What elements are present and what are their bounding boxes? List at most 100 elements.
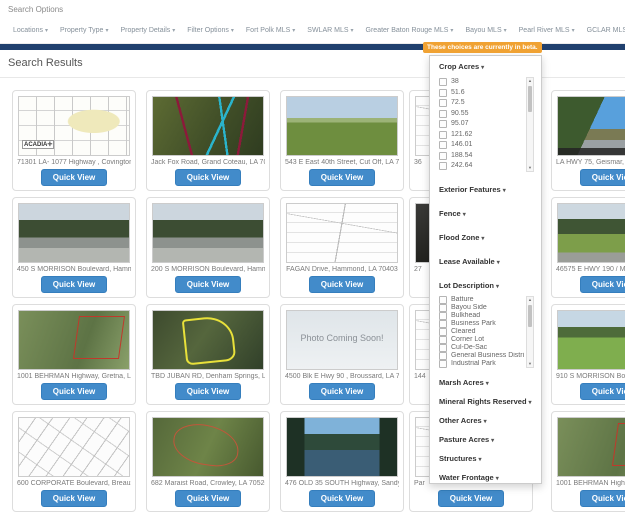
filter-section-mineral-rights[interactable]: Mineral Rights Reserved ▾ [439, 397, 534, 408]
quick-view-button[interactable]: Quick View [40, 169, 108, 186]
scrollbar-thumb[interactable] [528, 304, 532, 327]
filter-navbar: Locations ▾ Property Type ▾ Property Detai… [0, 18, 625, 44]
scrollbar[interactable]: ▲ ▼ [526, 295, 534, 368]
listing-card[interactable]: 476 OLD 35 SOUTH Highway, Sandy Hook, LA… [280, 411, 404, 512]
quick-view-button[interactable]: Quick View [174, 490, 242, 507]
checkbox-option[interactable]: General Business District [439, 351, 524, 360]
checkbox-option[interactable]: Bayou Side [439, 303, 524, 312]
listing-card[interactable]: 1001 BEHRMAN Highway, Gretna, LA 70056 Q… [12, 304, 136, 405]
nav-item-fort-polk-mls[interactable]: Fort Polk MLS ▾ [243, 27, 298, 34]
checkbox-option[interactable]: 51.6 [439, 88, 524, 99]
quick-view-button[interactable]: Quick View [308, 169, 376, 186]
checkbox-option[interactable]: 188.54 [439, 151, 524, 162]
checkbox-option[interactable]: 121.62 [439, 130, 524, 141]
checkbox-icon[interactable] [439, 319, 447, 328]
checkbox-option[interactable]: 242.64 [439, 161, 524, 172]
checkbox-icon[interactable] [439, 343, 447, 352]
checkbox-icon[interactable] [439, 130, 447, 139]
quick-view-button[interactable]: Quick View [174, 276, 242, 293]
filter-section-lease-available[interactable]: Lease Available ▾ [439, 257, 534, 268]
filter-section-lot-description[interactable]: Lot Description ▾ [439, 281, 534, 292]
listing-card[interactable]: TBD JUBAN RD, Denham Springs, LA 70726 Q… [146, 304, 270, 405]
listing-card[interactable]: Jack Fox Road, Grand Coteau, LA 70541 Qu… [146, 90, 270, 191]
checkbox-option[interactable]: Corner Lot [439, 335, 524, 344]
checkbox-icon[interactable] [439, 303, 447, 312]
filter-section-other-acres[interactable]: Other Acres ▾ [439, 416, 534, 427]
listing-card[interactable]: 450 S MORRISON Boulevard, Hammond, LA 70… [12, 197, 136, 298]
scroll-up-icon[interactable]: ▲ [527, 78, 533, 84]
checkbox-icon[interactable] [439, 162, 447, 171]
listing-card[interactable]: ACADIA✛ 71301 LA- 1077 Highway , Covingt… [12, 90, 136, 191]
listing-card[interactable]: LA HWY 75, Geismar, LA 70... Quick View [551, 90, 625, 191]
checkbox-icon[interactable] [439, 120, 447, 129]
checkbox-option[interactable]: Cul-De-Sac [439, 343, 524, 352]
checkbox-option[interactable]: Cleared [439, 327, 524, 336]
checkbox-icon[interactable] [439, 359, 447, 368]
checkbox-icon[interactable] [439, 327, 447, 336]
nav-item-greater-baton-rouge-mls[interactable]: Greater Baton Rouge MLS ▾ [363, 27, 457, 34]
listing-card[interactable]: 543 E East 40th Street, Cut Off, LA 7034… [280, 90, 404, 191]
checkbox-option[interactable]: 72.5 [439, 98, 524, 109]
filter-section-exterior-features[interactable]: Exterior Features ▾ [439, 185, 534, 196]
checkbox-option[interactable]: Business Park [439, 319, 524, 328]
checkbox-icon[interactable] [439, 151, 447, 160]
quick-view-button[interactable]: Quick View [308, 383, 376, 400]
checkbox-option[interactable]: Batture [439, 295, 524, 304]
listing-card[interactable]: 200 S MORRISON Boulevard, Hammond, LA 70… [146, 197, 270, 298]
quick-view-button[interactable]: Quick View [40, 276, 108, 293]
checkbox-icon[interactable] [439, 78, 447, 87]
checkbox-option[interactable]: Industrial Park [439, 359, 524, 368]
nav-item-property-details[interactable]: Property Details ▾ [117, 27, 178, 34]
nav-item-filter-options[interactable]: Filter Options ▾ [184, 27, 237, 34]
nav-item-pearl-river-mls[interactable]: Pearl River MLS ▾ [516, 27, 578, 34]
filter-section-flood-zone[interactable]: Flood Zone ▾ [439, 233, 534, 244]
filter-section-crop-acres[interactable]: Crop Acres ▾ [439, 62, 534, 73]
nav-item-property-type[interactable]: Property Type ▾ [57, 27, 111, 34]
quick-view-button[interactable]: Quick View [437, 490, 505, 507]
nav-item-swlar-mls[interactable]: SWLAR MLS ▾ [304, 27, 356, 34]
checkbox-icon[interactable] [439, 335, 447, 344]
listing-card[interactable]: 910 S MORRISON Boulevard, Hamm... Quick … [551, 304, 625, 405]
nav-item-gclar-mls[interactable]: GCLAR MLS▾ [584, 27, 625, 34]
listing-card[interactable]: 1001 BEHRMAN Highway, Gretna... Quick Vi… [551, 411, 625, 512]
nav-item-locations[interactable]: Locations ▾ [10, 27, 51, 34]
listing-card[interactable]: 682 Maraist Road, Crowley, LA 70526 Quic… [146, 411, 270, 512]
filter-section-pasture-acres[interactable]: Pasture Acres ▾ [439, 435, 534, 446]
scroll-down-icon[interactable]: ▼ [527, 361, 533, 367]
checkbox-icon[interactable] [439, 311, 447, 320]
quick-view-button[interactable]: Quick View [579, 276, 625, 293]
checkbox-icon[interactable] [439, 109, 447, 118]
scroll-up-icon[interactable]: ▲ [527, 297, 533, 303]
filter-section-marsh-acres[interactable]: Marsh Acres ▾ [439, 378, 534, 389]
checkbox-icon[interactable] [439, 141, 447, 150]
quick-view-button[interactable]: Quick View [579, 383, 625, 400]
checkbox-option[interactable]: 90.55 [439, 109, 524, 120]
quick-view-button[interactable]: Quick View [579, 169, 625, 186]
checkbox-option[interactable]: 95.07 [439, 119, 524, 130]
checkbox-option[interactable]: 146.01 [439, 140, 524, 151]
scrollbar-thumb[interactable] [528, 86, 532, 112]
checkbox-icon[interactable] [439, 351, 447, 360]
quick-view-button[interactable]: Quick View [40, 490, 108, 507]
filter-section-fence[interactable]: Fence ▾ [439, 209, 534, 220]
listing-card[interactable]: 46575 E HWY 190 / MYERS Road, Ha... Quic… [551, 197, 625, 298]
quick-view-button[interactable]: Quick View [308, 276, 376, 293]
checkbox-icon[interactable] [439, 295, 447, 304]
quick-view-button[interactable]: Quick View [40, 383, 108, 400]
filter-section-water-frontage[interactable]: Water Frontage ▾ [439, 473, 534, 484]
quick-view-button[interactable]: Quick View [174, 169, 242, 186]
nav-item-bayou-mls[interactable]: Bayou MLS ▾ [462, 27, 509, 34]
listing-card[interactable]: FAGAN Drive, Hammond, LA 70403 Quick Vie… [280, 197, 404, 298]
scroll-down-icon[interactable]: ▼ [527, 165, 533, 171]
quick-view-button[interactable]: Quick View [174, 383, 242, 400]
listing-card[interactable]: 600 CORPORATE Boulevard, Breaux Bridge, … [12, 411, 136, 512]
quick-view-button[interactable]: Quick View [579, 490, 625, 507]
scrollbar[interactable]: ▲ ▼ [526, 77, 534, 172]
listing-card[interactable]: Photo Coming Soon! 4500 Blk E Hwy 90 , B… [280, 304, 404, 405]
filter-section-structures[interactable]: Structures ▾ [439, 454, 534, 465]
checkbox-option[interactable]: 38 [439, 77, 524, 88]
quick-view-button[interactable]: Quick View [308, 490, 376, 507]
checkbox-icon[interactable] [439, 88, 447, 97]
checkbox-option[interactable]: Bulkhead [439, 311, 524, 320]
checkbox-icon[interactable] [439, 99, 447, 108]
